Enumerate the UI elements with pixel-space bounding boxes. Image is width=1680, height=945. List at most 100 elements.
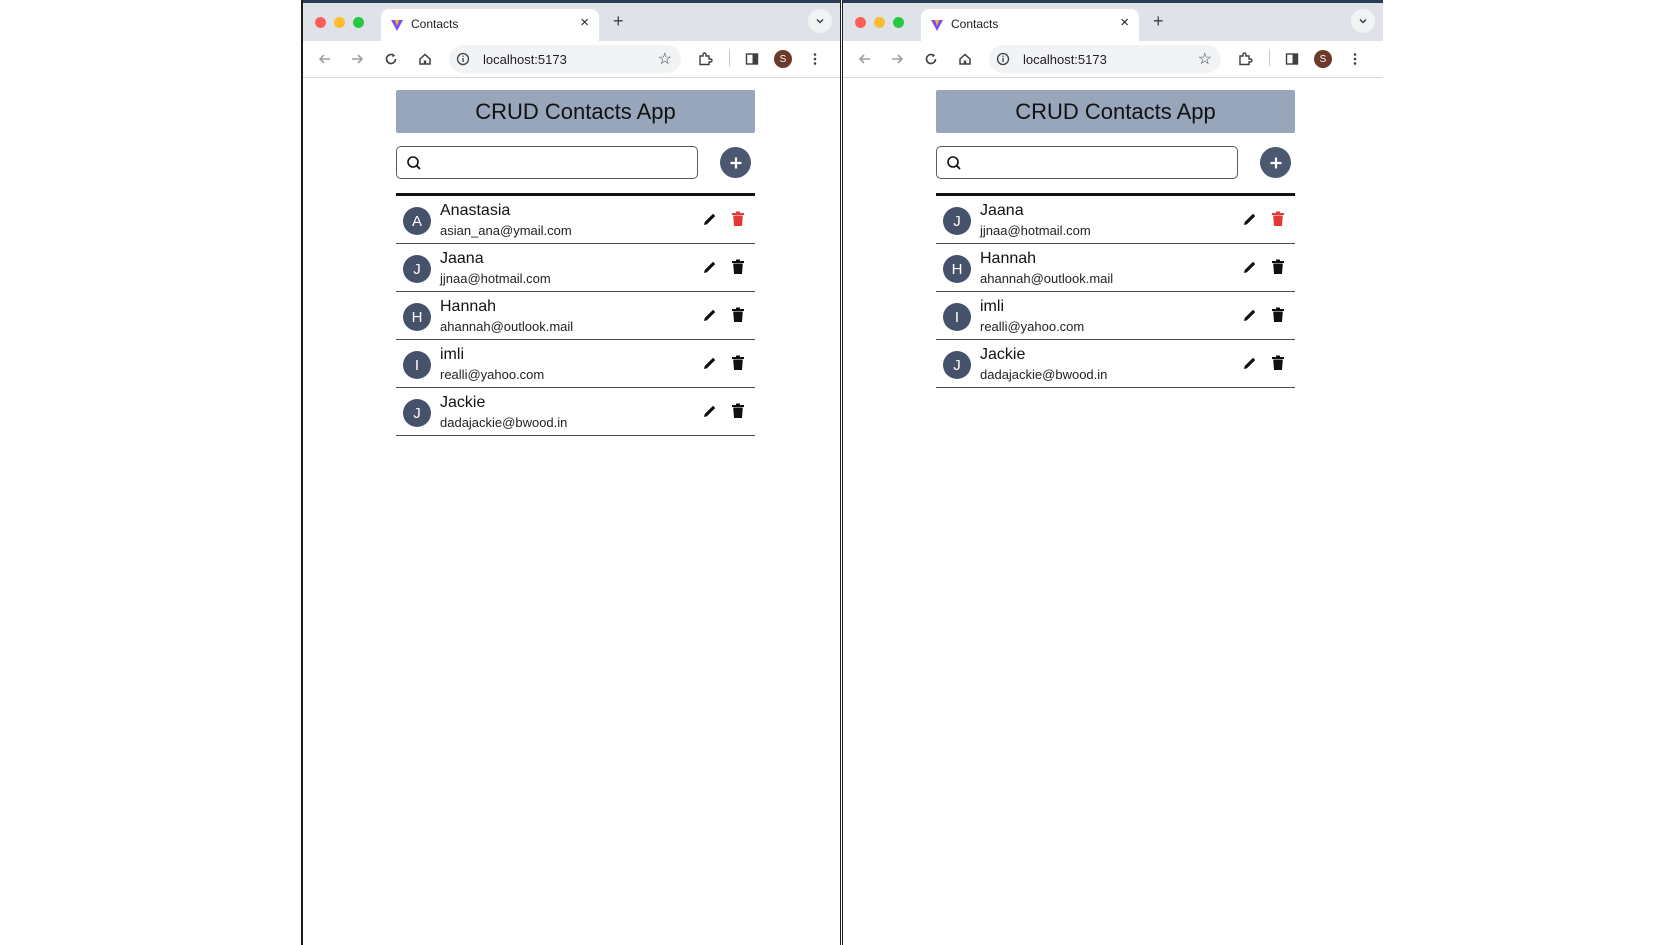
trash-icon[interactable] [731,307,745,323]
contact-name: Hannah [980,250,1037,267]
close-window-button[interactable] [855,17,866,28]
profile-initial: S [1314,50,1332,68]
contact-row: H Hannah ahannah@outlook.mail [936,244,1295,292]
window-controls [315,17,364,28]
tab-search-button[interactable] [808,9,832,33]
contact-avatar: H [943,255,971,283]
plus-icon [1270,157,1281,168]
contact-avatar: J [943,207,971,235]
pencil-icon[interactable] [702,259,718,275]
side-panel-icon[interactable] [740,47,764,71]
address-bar[interactable]: localhost:5173 ☆ [449,45,681,73]
add-contact-button[interactable] [1260,147,1291,178]
trash-icon[interactable] [1271,307,1285,323]
close-window-button[interactable] [315,17,326,28]
reload-icon[interactable] [379,47,403,71]
vite-favicon-icon [391,20,403,31]
tab-search-button[interactable] [1351,9,1375,33]
contact-avatar: J [943,351,971,379]
new-tab-icon[interactable]: + [613,11,624,32]
contact-avatar: I [403,351,431,379]
trash-icon[interactable] [731,259,745,275]
minimize-window-button[interactable] [874,17,885,28]
home-icon[interactable] [953,47,977,71]
more-menu-icon[interactable] [1343,47,1367,71]
pencil-icon[interactable] [702,307,718,323]
search-icon [407,156,421,170]
contact-row: J Jaana jjnaa@hotmail.com [936,196,1295,244]
extensions-icon[interactable] [693,47,717,71]
site-info-icon[interactable] [996,52,1010,66]
extensions-icon[interactable] [1233,47,1257,71]
profile-initial: S [774,50,792,68]
contact-email: jjnaa@hotmail.com [980,223,1091,238]
search-input[interactable] [971,152,1230,176]
browser-window-right: Contacts × + localhost:5173 ☆ S CRUD Con… [842,0,1383,945]
trash-icon[interactable] [1271,211,1285,227]
profile-avatar[interactable]: S [771,47,795,71]
contact-name: imli [440,346,464,363]
contact-row: I imli realli@yahoo.com [396,340,755,388]
pencil-icon[interactable] [1242,307,1258,323]
forward-arrow-icon[interactable] [885,47,909,71]
trash-icon[interactable] [731,355,745,371]
contact-name: Jaana [980,202,1024,219]
pencil-icon[interactable] [1242,259,1258,275]
browser-tab[interactable]: Contacts × [381,9,599,41]
minimize-window-button[interactable] [334,17,345,28]
tab-close-icon[interactable]: × [580,14,589,31]
bookmark-star-icon[interactable]: ☆ [1198,49,1212,69]
home-icon[interactable] [413,47,437,71]
trash-icon[interactable] [1271,259,1285,275]
tab-close-icon[interactable]: × [1120,14,1129,31]
contact-avatar: J [403,255,431,283]
profile-avatar[interactable]: S [1311,47,1335,71]
search-box[interactable] [936,146,1238,179]
new-tab-icon[interactable]: + [1153,11,1164,32]
contact-email: jjnaa@hotmail.com [440,271,551,286]
more-menu-icon[interactable] [803,47,827,71]
app-title: CRUD Contacts App [936,90,1295,133]
trash-icon[interactable] [1271,355,1285,371]
pencil-icon[interactable] [702,403,718,419]
contact-avatar: H [403,303,431,331]
contact-name: Jaana [440,250,484,267]
contact-name: Jackie [980,346,1026,363]
trash-icon[interactable] [731,211,745,227]
side-panel-icon[interactable] [1280,47,1304,71]
search-row [936,146,1295,182]
search-input[interactable] [431,152,690,176]
contact-avatar: J [403,399,431,427]
pencil-icon[interactable] [702,355,718,371]
app-title: CRUD Contacts App [396,90,755,133]
bookmark-star-icon[interactable]: ☆ [658,49,672,69]
vite-favicon-icon [931,20,943,31]
contact-row: A Anastasia asian_ana@ymail.com [396,196,755,244]
pencil-icon[interactable] [702,211,718,227]
toolbar-divider [729,50,730,66]
pencil-icon[interactable] [1242,211,1258,227]
forward-arrow-icon[interactable] [345,47,369,71]
address-bar[interactable]: localhost:5173 ☆ [989,45,1221,73]
tab-title: Contacts [411,17,459,31]
search-box[interactable] [396,146,698,179]
contact-row: H Hannah ahannah@outlook.mail [396,292,755,340]
maximize-window-button[interactable] [893,17,904,28]
back-arrow-icon[interactable] [853,47,877,71]
maximize-window-button[interactable] [353,17,364,28]
site-info-icon[interactable] [456,52,470,66]
plus-icon [730,157,741,168]
browser-tab[interactable]: Contacts × [921,9,1139,41]
contact-name: Hannah [440,298,497,315]
contact-email: dadajackie@bwood.in [980,367,1108,382]
pencil-icon[interactable] [1242,355,1258,371]
reload-icon[interactable] [919,47,943,71]
back-arrow-icon[interactable] [313,47,337,71]
search-icon [947,156,961,170]
contacts-app: CRUD Contacts App J Jaana jjnaa@hotmail.… [936,90,1295,388]
contact-email: realli@yahoo.com [980,319,1085,334]
add-contact-button[interactable] [720,147,751,178]
url-text: localhost:5173 [483,52,567,67]
browser-toolbar: localhost:5173 ☆ S [303,41,840,78]
trash-icon[interactable] [731,403,745,419]
